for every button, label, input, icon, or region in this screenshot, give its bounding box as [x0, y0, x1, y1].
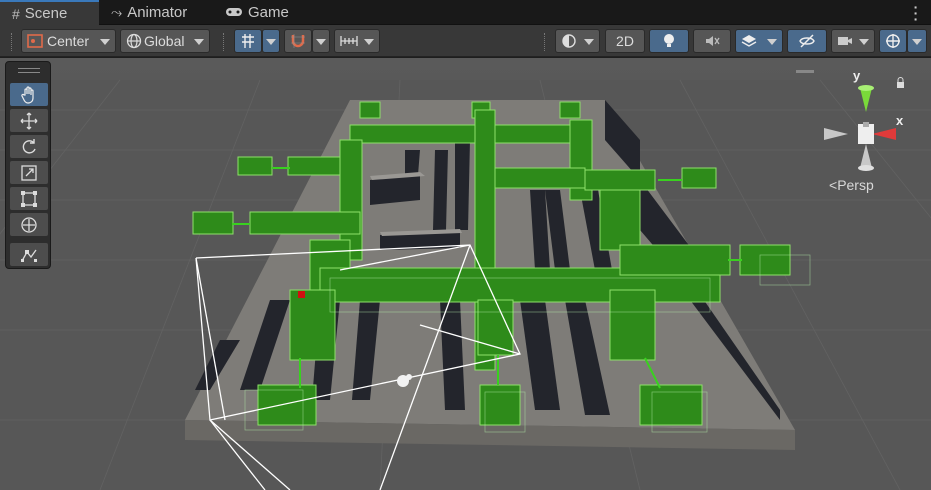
- tools-overlay: [5, 61, 51, 269]
- unity-scene-window: # Scene ⤳ Animator Game · · · Center Globa…: [0, 0, 931, 490]
- scale-icon: [21, 164, 37, 181]
- rect-transform-icon: [21, 190, 37, 207]
- scene-viewport[interactable]: y x <Persp: [0, 58, 931, 490]
- globe-icon: [126, 33, 142, 49]
- scale-tool-button[interactable]: [10, 161, 48, 184]
- gizmos-dropdown[interactable]: [907, 29, 927, 53]
- layers-icon: [741, 35, 757, 47]
- grid-snap-icon: [242, 34, 254, 48]
- move-arrows-icon: [20, 112, 38, 129]
- toolbar-separator: [223, 33, 225, 51]
- projection-label: Persp: [837, 177, 874, 193]
- camera-settings-dropdown[interactable]: [831, 29, 875, 53]
- magnet-icon: [291, 34, 305, 48]
- x-axis-cone[interactable]: [872, 128, 896, 140]
- hand-icon: [21, 85, 34, 104]
- grid-snapping-dropdown[interactable]: [262, 29, 280, 53]
- rotate-tool-button[interactable]: [10, 135, 48, 158]
- snap-settings-dropdown[interactable]: [334, 29, 380, 53]
- chevron-down-icon: [364, 39, 374, 45]
- scene-render: [0, 58, 931, 490]
- projection-toggle[interactable]: <Persp: [829, 177, 874, 193]
- scene-lighting-toggle[interactable]: [649, 29, 689, 53]
- gamepad-icon: [225, 5, 243, 21]
- tab-game[interactable]: Game: [225, 0, 305, 25]
- chevron-down-icon: [194, 39, 204, 45]
- ruler-icon: [340, 36, 358, 46]
- scene-audio-toggle[interactable]: [693, 29, 731, 53]
- chevron-down-icon: [767, 39, 777, 45]
- chevron-down-icon: [584, 39, 594, 45]
- more-options-icon[interactable]: · · ·: [913, 0, 919, 26]
- tab-bar: # Scene ⤳ Animator Game · · ·: [0, 0, 931, 26]
- gizmos-toggle[interactable]: [879, 29, 907, 53]
- neg-x-axis-cone[interactable]: [824, 128, 848, 140]
- increment-snap-dropdown[interactable]: [312, 29, 330, 53]
- tab-label: Animator: [127, 4, 188, 21]
- tab-label: Game: [248, 4, 289, 21]
- gizmos-icon: [886, 34, 900, 48]
- transform-tool-button[interactable]: [10, 213, 48, 236]
- y-axis-cone[interactable]: [860, 88, 872, 112]
- scene-effects-dropdown[interactable]: [735, 29, 783, 53]
- animator-icon: ⤳: [111, 4, 123, 20]
- neg-y-axis-cone[interactable]: [860, 144, 872, 168]
- draw-mode-dropdown[interactable]: [555, 29, 600, 53]
- chevron-down-icon: [859, 39, 869, 45]
- shading-mode-icon: [562, 34, 576, 48]
- rect-tool-button[interactable]: [10, 187, 48, 210]
- toolbar-separator: [544, 33, 546, 51]
- camera-icon: [838, 37, 852, 45]
- grid-icon: #: [12, 5, 20, 22]
- pivot-rotation-label: Global: [144, 33, 185, 49]
- x-axis-label: x: [896, 113, 904, 128]
- custom-editor-tool-icon: [21, 249, 37, 262]
- pivot-mode-label: Center: [47, 33, 90, 49]
- 2d-mode-label: 2D: [616, 33, 634, 49]
- chevron-down-icon: [100, 39, 110, 45]
- move-tool-button[interactable]: [10, 109, 48, 132]
- red-marker: [298, 291, 305, 298]
- tab-label: Scene: [24, 5, 68, 22]
- tab-scene[interactable]: # Scene: [0, 0, 99, 25]
- pivot-mode-dropdown[interactable]: Center: [21, 29, 116, 53]
- y-axis-label: y: [853, 68, 861, 83]
- custom-tool-button[interactable]: [10, 243, 48, 266]
- drag-handle[interactable]: [18, 68, 40, 73]
- grid-snapping-toggle[interactable]: [234, 29, 262, 53]
- rotate-icon: [22, 138, 36, 154]
- toolbar-separator: [11, 33, 13, 51]
- eye-hidden-icon: [799, 34, 815, 48]
- tab-animator[interactable]: ⤳ Animator: [111, 0, 211, 25]
- lightbulb-icon: [664, 34, 674, 47]
- increment-snap-toggle[interactable]: [284, 29, 312, 53]
- scene-toolbar: Center Global 2D: [0, 25, 931, 57]
- scene-visibility-toggle[interactable]: [787, 29, 827, 53]
- hand-tool-button[interactable]: [10, 83, 48, 106]
- 2d-mode-toggle[interactable]: 2D: [605, 29, 645, 53]
- audio-mute-icon: [706, 36, 720, 46]
- transform-icon: [21, 216, 37, 233]
- pivot-center-icon: [27, 34, 43, 48]
- orientation-gizmo[interactable]: [820, 70, 920, 190]
- pivot-rotation-dropdown[interactable]: Global: [120, 29, 210, 53]
